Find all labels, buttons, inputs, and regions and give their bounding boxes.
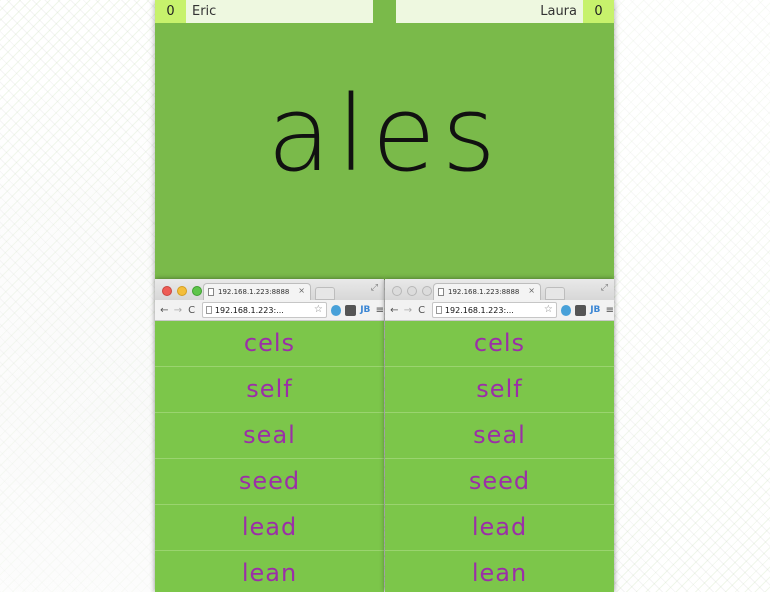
window-controls [392,286,432,296]
game-board: 0 Eric Laura 0 ales [155,0,614,280]
forward-button[interactable]: → [404,305,413,316]
back-button[interactable]: ← [390,305,399,316]
browser-window-left: 192.168.1.223:8888 × ⤢ ← → C 192.168.1.2… [155,279,384,592]
tab-strip: 192.168.1.223:8888 × ⤢ [385,279,614,300]
close-tab-icon[interactable]: × [298,286,305,295]
tab-title: 192.168.1.223:8888 [448,288,520,296]
back-button[interactable]: ← [160,305,169,316]
address-bar[interactable]: 192.168.1.223:... ☆ [431,302,557,318]
word-option[interactable]: seed [155,459,384,505]
word-list: cels self seal seed lead lean [155,321,384,592]
page-icon [208,288,214,296]
browser-menu-icon[interactable]: ≡ [606,305,614,316]
word-option[interactable]: cels [385,321,614,367]
word-option[interactable]: self [155,367,384,413]
word-list: cels self seal seed lead lean [385,321,614,592]
zoom-window-button[interactable] [192,286,202,296]
bookmark-star-icon[interactable]: ☆ [314,303,323,316]
new-tab-button[interactable] [545,287,565,300]
browser-window-right: 192.168.1.223:8888 × ⤢ ← → C 192.168.1.2… [385,279,614,592]
pocket-icon[interactable] [345,304,357,316]
forward-button[interactable]: → [174,305,183,316]
minimize-window-button[interactable] [407,286,417,296]
minimize-window-button[interactable] [177,286,187,296]
browser-tab[interactable]: 192.168.1.223:8888 × [433,283,541,300]
word-option[interactable]: seed [385,459,614,505]
extension-icon[interactable] [330,304,342,316]
browser-tab[interactable]: 192.168.1.223:8888 × [203,283,311,300]
address-bar[interactable]: 192.168.1.223:... ☆ [201,302,327,318]
bookmark-star-icon[interactable]: ☆ [544,303,553,316]
word-option[interactable]: lead [155,505,384,551]
reload-button[interactable]: C [417,305,426,316]
word-option[interactable]: self [385,367,614,413]
page-icon [205,306,212,314]
word-option[interactable]: cels [155,321,384,367]
zoom-window-button[interactable] [422,286,432,296]
player-left-bar: 0 Eric [155,0,373,23]
close-window-button[interactable] [392,286,402,296]
fullscreen-icon[interactable]: ⤢ [371,283,378,293]
page-icon [438,288,444,296]
word-option[interactable]: seal [155,413,384,459]
pocket-icon[interactable] [575,304,587,316]
player-right-score: 0 [583,0,614,23]
address-bar-url: 192.168.1.223:... [214,305,284,315]
word-option[interactable]: lean [155,551,384,592]
player-left-name: Eric [192,4,217,19]
background-right [615,0,770,592]
page-icon [435,306,442,314]
jb-extension-icon[interactable]: JB [360,305,371,316]
address-bar-url: 192.168.1.223:... [444,305,514,315]
player-right-bar: Laura 0 [396,0,614,23]
close-tab-icon[interactable]: × [528,286,535,295]
browser-menu-icon[interactable]: ≡ [376,305,384,316]
browser-toolbar: ← → C 192.168.1.223:... ☆ JB ≡ [155,300,384,321]
current-word: ales [267,73,502,195]
extension-icon[interactable] [560,304,572,316]
new-tab-button[interactable] [315,287,335,300]
close-window-button[interactable] [162,286,172,296]
browser-toolbar: ← → C 192.168.1.223:... ☆ JB ≡ [385,300,614,321]
tab-strip: 192.168.1.223:8888 × ⤢ [155,279,384,300]
jb-extension-icon[interactable]: JB [590,305,601,316]
word-option[interactable]: lean [385,551,614,592]
reload-button[interactable]: C [187,305,196,316]
fullscreen-icon[interactable]: ⤢ [601,283,608,293]
word-option[interactable]: seal [385,413,614,459]
background-left [0,0,155,592]
player-left-score: 0 [155,0,186,23]
player-right-name: Laura [540,4,577,19]
window-controls [162,286,202,296]
tab-title: 192.168.1.223:8888 [218,288,290,296]
word-option[interactable]: lead [385,505,614,551]
